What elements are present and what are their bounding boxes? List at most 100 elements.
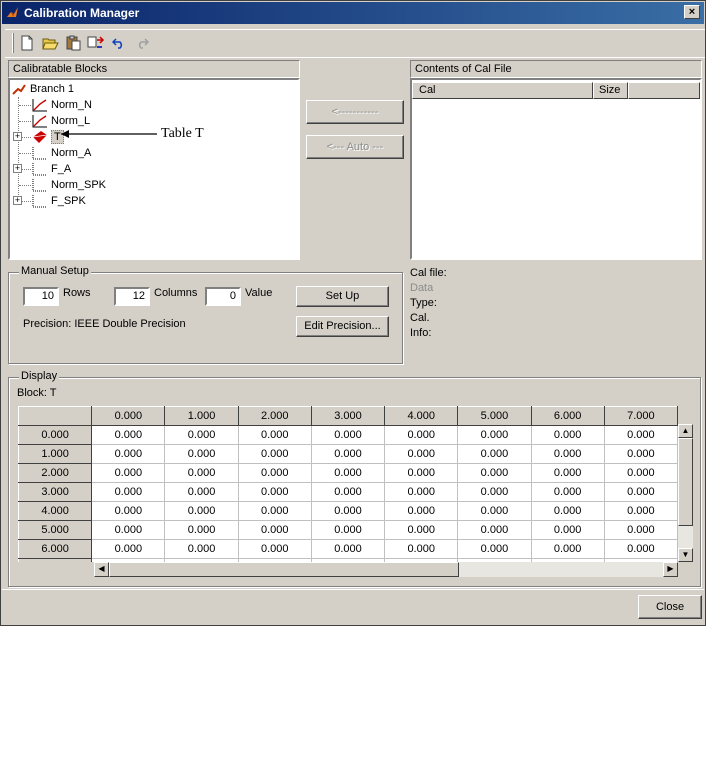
grid-row-header[interactable]: 1.000 — [18, 444, 93, 464]
grid-cell[interactable]: 0.000 — [603, 482, 678, 502]
grid-cell[interactable]: 0.000 — [530, 444, 605, 464]
grid-cell[interactable]: 0.000 — [310, 425, 386, 445]
blocks-tree[interactable]: Branch 1 Norm_N Norm_L + T Norm_A + F_A Norm_SP… — [8, 78, 300, 260]
grid-cell[interactable]: 0.000 — [603, 501, 678, 521]
grid-cell[interactable]: 0.000 — [91, 444, 166, 464]
grid-cell[interactable]: 0.000 — [530, 501, 605, 521]
auto-transfer-button[interactable]: <--- Auto --- — [306, 135, 404, 159]
expand-toggle-icon[interactable]: + — [13, 132, 22, 141]
grid-cell[interactable]: 0.000 — [457, 520, 532, 540]
grid-cell[interactable]: 0.000 — [384, 501, 459, 521]
grid-row-header[interactable]: 0.000 — [18, 425, 93, 445]
convert-icon[interactable] — [86, 33, 106, 53]
tree-root-branch[interactable]: Branch 1 — [30, 81, 74, 97]
redo-icon[interactable] — [132, 33, 152, 53]
grid-cell[interactable]: 0.000 — [164, 520, 239, 540]
grid-cell[interactable]: 0.000 — [164, 425, 239, 445]
open-folder-icon[interactable] — [40, 33, 60, 53]
grid-cell[interactable]: 0.000 — [384, 444, 459, 464]
grid-cell[interactable]: 0.000 — [603, 520, 678, 540]
tree-item-norm-a[interactable]: Norm_A — [10, 145, 290, 161]
grid-cell[interactable]: 0.000 — [530, 539, 605, 559]
grid-cell[interactable]: 0.000 — [384, 539, 459, 559]
grid-cell[interactable]: 0.000 — [603, 539, 678, 559]
grid-cell[interactable]: 0.000 — [457, 501, 532, 521]
grid-cell[interactable]: 0.000 — [530, 425, 605, 445]
grid-cell[interactable]: 0.000 — [603, 425, 678, 445]
grid-column-header[interactable]: 6.000 — [530, 406, 605, 426]
grid-cell[interactable]: 0.000 — [384, 425, 459, 445]
grid-cell[interactable]: 0.000 — [457, 425, 532, 445]
grid-cell[interactable]: 0.000 — [91, 501, 166, 521]
paste-icon[interactable] — [63, 33, 83, 53]
undo-icon[interactable] — [109, 33, 129, 53]
grid-cell[interactable]: 0.000 — [384, 520, 459, 540]
grid-cell[interactable]: 0.000 — [530, 482, 605, 502]
tree-item-norm-l[interactable]: Norm_L — [10, 113, 290, 129]
grid-column-header[interactable]: 7.000 — [603, 406, 678, 426]
tree-item-norm-spk[interactable]: Norm_SPK — [10, 177, 290, 193]
grid-cell[interactable]: 0.000 — [457, 444, 532, 464]
scroll-down-button[interactable]: ▼ — [678, 548, 693, 562]
grid-cell[interactable]: 0.000 — [310, 463, 386, 483]
transfer-left-button[interactable]: <----------- — [306, 100, 404, 124]
grid-cell[interactable]: 0.000 — [237, 501, 312, 521]
tree-item-f-spk[interactable]: + F_SPK — [10, 193, 290, 209]
size-column-header[interactable]: Size — [593, 82, 628, 99]
grid-cell[interactable]: 0.000 — [384, 482, 459, 502]
grid-cell[interactable]: 0.000 — [164, 482, 239, 502]
vertical-scrollbar[interactable]: ▲ ▼ — [678, 424, 693, 562]
grid-cell[interactable]: 0.000 — [91, 425, 166, 445]
grid-cell[interactable]: 0.000 — [310, 539, 386, 559]
grid-cell[interactable]: 0.000 — [237, 539, 312, 559]
grid-cell[interactable]: 0.000 — [457, 482, 532, 502]
grid-cell[interactable]: 0.000 — [530, 463, 605, 483]
grid-row-header[interactable]: 5.000 — [18, 520, 93, 540]
grid-row-header[interactable]: 6.000 — [18, 539, 93, 559]
grid-cell[interactable]: 0.000 — [164, 501, 239, 521]
grid-cell[interactable]: 0.000 — [603, 444, 678, 464]
grid-cell[interactable]: 0.000 — [310, 520, 386, 540]
grid-column-header[interactable]: 5.000 — [457, 406, 532, 426]
grid-cell[interactable]: 0.000 — [237, 444, 312, 464]
grid-cell[interactable]: 0.000 — [310, 482, 386, 502]
grid-cell[interactable]: 0.000 — [237, 425, 312, 445]
grid-row-header[interactable]: 3.000 — [18, 482, 93, 502]
tree-item-norm-n[interactable]: Norm_N — [10, 97, 290, 113]
new-file-icon[interactable] — [17, 33, 37, 53]
value-input[interactable]: 0 — [205, 287, 241, 306]
grid-cell[interactable]: 0.000 — [164, 444, 239, 464]
grid-row-header[interactable]: 4.000 — [18, 501, 93, 521]
grid-column-header[interactable]: 0.000 — [91, 406, 166, 426]
grid-column-header[interactable]: 3.000 — [310, 406, 386, 426]
scroll-up-button[interactable]: ▲ — [678, 424, 693, 438]
grid-cell[interactable]: 0.000 — [457, 463, 532, 483]
grid-cell[interactable]: 0.000 — [91, 539, 166, 559]
vertical-scroll-thumb[interactable] — [678, 438, 693, 526]
grid-cell[interactable]: 0.000 — [457, 539, 532, 559]
cal-column-header[interactable]: Cal — [412, 82, 593, 99]
grid-column-header[interactable]: 2.000 — [237, 406, 312, 426]
cal-file-list[interactable]: Cal Size — [410, 78, 702, 260]
grid-cell[interactable]: 0.000 — [237, 463, 312, 483]
grid-cell[interactable]: 0.000 — [603, 463, 678, 483]
tree-item-f-a[interactable]: + F_A — [10, 161, 290, 177]
grid-cell[interactable]: 0.000 — [310, 501, 386, 521]
expand-toggle-icon[interactable]: + — [13, 164, 22, 173]
close-button[interactable]: Close — [638, 595, 702, 619]
edit-precision-button[interactable]: Edit Precision... — [296, 316, 389, 337]
grid-row-header[interactable]: 2.000 — [18, 463, 93, 483]
horizontal-scrollbar[interactable]: ◀ ▶ — [94, 562, 678, 577]
expand-toggle-icon[interactable]: + — [13, 196, 22, 205]
columns-input[interactable]: 12 — [114, 287, 150, 306]
grid-cell[interactable]: 0.000 — [91, 520, 166, 540]
set-up-button[interactable]: Set Up — [296, 286, 389, 307]
grid-cell[interactable]: 0.000 — [530, 520, 605, 540]
horizontal-scroll-thumb[interactable] — [109, 562, 459, 577]
grid-cell[interactable]: 0.000 — [310, 444, 386, 464]
scroll-right-button[interactable]: ▶ — [663, 562, 678, 577]
data-grid[interactable]: 0.000 1.000 2.000 3.000 4.000 5.000 6.000 7.000… — [18, 406, 678, 562]
grid-cell[interactable]: 0.000 — [91, 482, 166, 502]
title-bar[interactable]: Calibration Manager — [2, 2, 704, 24]
scroll-left-button[interactable]: ◀ — [94, 562, 109, 577]
